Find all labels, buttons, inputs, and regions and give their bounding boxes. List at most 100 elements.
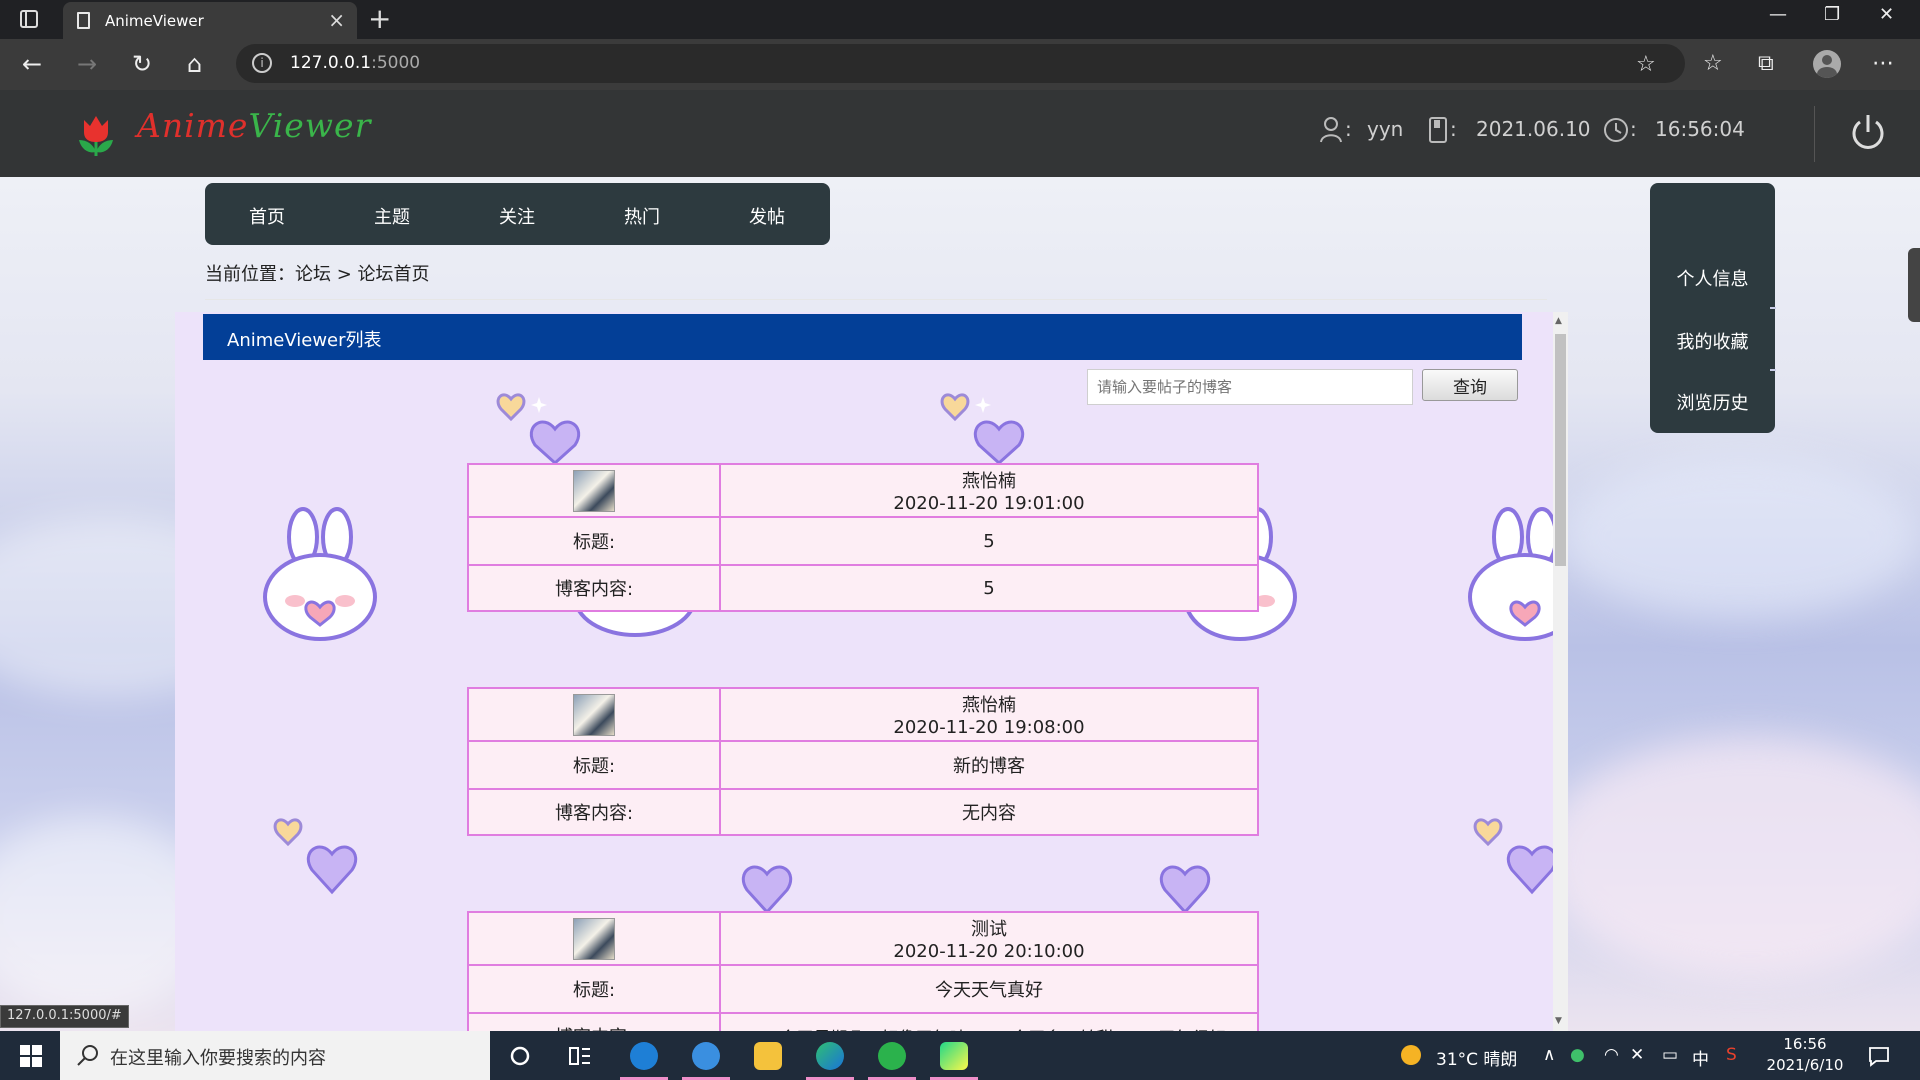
restore-icon[interactable]: ❐ — [1824, 4, 1840, 25]
url-text: 127.0.0.1:5000 — [290, 53, 420, 73]
collections-icon[interactable]: ⧉ — [1758, 51, 1774, 76]
side-item-favorites[interactable]: 我的收藏 — [1650, 328, 1775, 354]
back-icon[interactable]: ← — [22, 50, 42, 78]
search-input[interactable] — [1087, 369, 1413, 405]
list-title: AnimeViewer列表 — [227, 330, 382, 351]
weather-sun-icon — [1401, 1045, 1421, 1065]
url-port: :5000 — [371, 53, 421, 73]
network-icon[interactable]: ◠ — [1604, 1045, 1619, 1065]
favorites-icon[interactable]: ☆ — [1703, 51, 1723, 76]
scroll-down-icon[interactable]: ▼ — [1555, 1016, 1562, 1026]
nav-topics[interactable]: 主题 — [374, 203, 410, 229]
heart-sticker-icon — [741, 865, 793, 915]
content-scrollbar[interactable]: ▲ ▼ — [1553, 312, 1568, 1031]
breadcrumb: 当前位置：论坛 > 论坛首页 — [205, 264, 430, 285]
task-view-icon[interactable] — [568, 1045, 592, 1067]
header-username: yyn — [1367, 117, 1404, 141]
logo-word-viewer: Viewer — [248, 106, 372, 145]
main-nav-menu: 首页 主题 关注 热门 发帖 — [205, 183, 830, 245]
new-tab-button[interactable]: + — [368, 2, 391, 35]
tray-expand-icon[interactable]: ∧ — [1543, 1045, 1555, 1065]
post-title[interactable]: 5 — [719, 516, 1259, 566]
sogou-icon[interactable]: S — [1726, 1045, 1737, 1065]
edge-handle[interactable] — [1908, 248, 1920, 322]
edge-icon[interactable] — [816, 1042, 844, 1070]
post-avatar-cell — [467, 463, 721, 518]
tulip-logo-icon — [79, 116, 113, 156]
file-explorer-icon[interactable] — [754, 1042, 782, 1070]
taskbar-search[interactable]: 在这里输入你要搜索的内容 — [60, 1031, 490, 1080]
ime-indicator[interactable]: 中 — [1692, 1045, 1709, 1070]
windows-start-icon[interactable] — [20, 1045, 42, 1067]
clock-icon — [1604, 118, 1628, 142]
power-icon[interactable] — [1850, 112, 1886, 152]
nav-follow[interactable]: 关注 — [499, 203, 535, 229]
breadcrumb-divider — [205, 299, 1547, 300]
heart-sticker-icon — [940, 393, 1025, 466]
post-content-label: 博客内容: — [467, 1012, 721, 1031]
post-title-label: 标题: — [467, 964, 721, 1014]
post-title[interactable]: 新的博客 — [719, 740, 1259, 790]
profile-avatar[interactable] — [1813, 50, 1841, 78]
list-header: AnimeViewer列表 — [203, 314, 1522, 360]
home-icon[interactable]: ⌂ — [187, 50, 202, 78]
bunny-sticker-icon — [263, 507, 377, 641]
pycharm-icon[interactable] — [940, 1042, 968, 1070]
side-panel: 个人信息 我的收藏 浏览历史 — [1650, 183, 1776, 433]
post-time: 2020-11-20 19:01:00 — [893, 493, 1085, 514]
site-header: AnimeViewer : yyn : 2021.06.10 : 16:56:0… — [0, 90, 1920, 177]
cortana-icon[interactable] — [509, 1045, 531, 1067]
side-item-history[interactable]: 浏览历史 — [1650, 389, 1775, 415]
qq-browser-icon[interactable] — [692, 1042, 720, 1070]
wechat-icon[interactable] — [878, 1042, 906, 1070]
url-field[interactable]: i 127.0.0.1:5000 ☆ — [236, 44, 1685, 83]
post-title-label: 标题: — [467, 740, 721, 790]
scroll-thumb[interactable] — [1555, 334, 1566, 566]
taskbar-clock[interactable]: 16:56 2021/6/10 — [1765, 1034, 1845, 1076]
refresh-icon[interactable]: ↻ — [132, 50, 152, 78]
battery-icon[interactable]: ▭ — [1662, 1045, 1678, 1065]
side-item-profile[interactable]: 个人信息 — [1650, 265, 1775, 291]
nav-hot[interactable]: 热门 — [624, 203, 660, 229]
date-separator: : — [1450, 117, 1457, 141]
post-time: 2020-11-20 19:08:00 — [893, 717, 1085, 738]
more-icon[interactable]: ⋯ — [1872, 51, 1894, 76]
post-content-label: 博客内容: — [467, 564, 721, 612]
post-title[interactable]: 今天天气真好 — [719, 964, 1259, 1014]
post-avatar-cell — [467, 911, 721, 966]
nav-new-post[interactable]: 发帖 — [749, 203, 785, 229]
header-divider — [1814, 106, 1815, 162]
tab-close-icon[interactable]: × — [328, 8, 345, 32]
wechat-tray-icon[interactable]: ● — [1570, 1045, 1585, 1065]
side-divider — [1770, 307, 1776, 309]
browser-tab[interactable]: AnimeViewer × — [63, 2, 357, 39]
search-button[interactable]: 查询 — [1422, 369, 1518, 401]
minimize-icon[interactable]: — — [1769, 4, 1787, 25]
post-card[interactable]: 燕怡楠 2020-11-20 19:01:00 标题: 5 博客内容: 5 — [467, 463, 1259, 612]
post-author: 测试 — [971, 919, 1007, 940]
weather-text[interactable]: 31°C 晴朗 — [1436, 1045, 1517, 1070]
post-card[interactable]: 燕怡楠 2020-11-20 19:08:00 标题: 新的博客 博客内容: 无内… — [467, 687, 1259, 836]
side-divider — [1770, 369, 1776, 371]
post-card[interactable]: 测试2020-11-20 20:10:00 标题: 今天天气真好 博客内容: 1… — [467, 911, 1259, 1031]
nav-home[interactable]: 首页 — [249, 203, 285, 229]
site-logo-text[interactable]: AnimeViewer — [137, 106, 371, 145]
header-time: 16:56:04 — [1655, 117, 1745, 141]
post-author: 燕怡楠 — [962, 471, 1016, 492]
header-date: 2021.06.10 — [1476, 117, 1591, 141]
add-favorite-icon[interactable]: ☆ — [1636, 52, 1656, 77]
post-author: 燕怡楠 — [962, 695, 1016, 716]
link-status-tooltip: 127.0.0.1:5000/# — [0, 1005, 129, 1028]
calendar-icon — [1429, 117, 1447, 143]
scroll-up-icon[interactable]: ▲ — [1555, 316, 1562, 326]
time-separator: : — [1630, 117, 1637, 141]
forward-icon[interactable]: → — [77, 50, 97, 78]
tab-list-icon[interactable] — [20, 10, 38, 28]
notification-icon[interactable] — [1868, 1045, 1890, 1067]
volume-muted-icon[interactable]: ✕ — [1630, 1045, 1644, 1065]
ie-icon[interactable] — [630, 1042, 658, 1070]
window-close-icon[interactable]: ✕ — [1879, 4, 1894, 25]
post-avatar-cell — [467, 687, 721, 742]
site-info-icon[interactable]: i — [252, 53, 272, 73]
bunny-sticker-icon — [1468, 507, 1568, 641]
